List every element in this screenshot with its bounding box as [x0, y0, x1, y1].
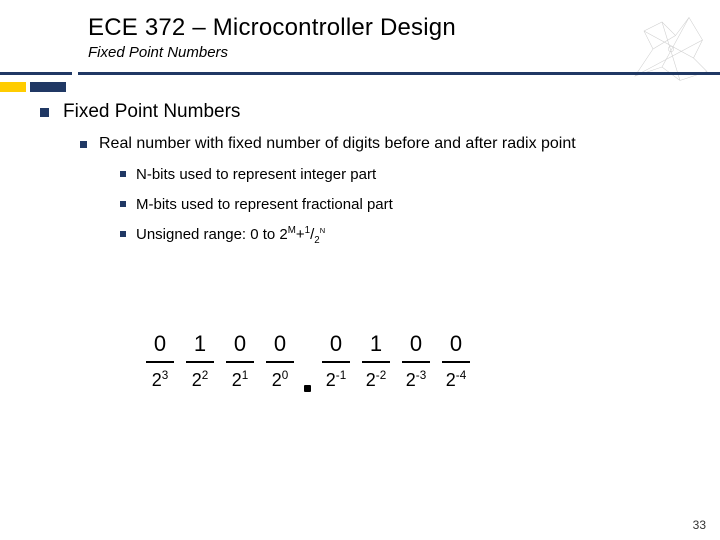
bit-col: 0 2-3 — [396, 330, 436, 392]
course-title: ECE 372 – Microcontroller Design — [88, 14, 720, 42]
bit-weight: 2-3 — [396, 368, 436, 392]
bit-col: 1 2-2 — [356, 330, 396, 392]
integer-bits: 0 23 1 22 0 21 0 20 — [140, 330, 300, 392]
bit-weight: 22 — [180, 368, 220, 392]
page-number: 33 — [693, 518, 706, 532]
bullet-level1: Fixed Point Numbers — [40, 100, 680, 124]
bit-value: 0 — [316, 330, 356, 358]
bit-underline — [322, 361, 350, 363]
bit-representation: 0 23 1 22 0 21 0 20 — [140, 330, 476, 392]
slide-subtitle: Fixed Point Numbers — [88, 44, 720, 61]
bit-underline — [186, 361, 214, 363]
bit-value: 1 — [180, 330, 220, 358]
bullet-text: Unsigned range: 0 to 2M+1/2N — [136, 225, 325, 245]
bit-col: 1 22 — [180, 330, 220, 392]
bullet-text: N-bits used to represent integer part — [136, 165, 376, 185]
dot-icon — [304, 385, 311, 392]
range-denom-base: 2 — [314, 235, 319, 246]
bit-value: 1 — [356, 330, 396, 358]
bullet-icon — [40, 108, 49, 117]
bit-value: 0 — [220, 330, 260, 358]
slide: ECE 372 – Microcontroller Design Fixed P… — [0, 0, 720, 540]
bullet-text: M-bits used to represent fractional part — [136, 195, 393, 215]
bit-value: 0 — [140, 330, 180, 358]
bit-underline — [146, 361, 174, 363]
fraction-bits: 0 2-1 1 2-2 0 2-3 0 2-4 — [316, 330, 476, 392]
bullet-icon — [80, 141, 87, 148]
bullet-level3: Unsigned range: 0 to 2M+1/2N — [120, 225, 680, 245]
bit-weight: 2-2 — [356, 368, 396, 392]
accent-yellow — [0, 82, 26, 92]
bit-col: 0 2-4 — [436, 330, 476, 392]
bit-value: 0 — [436, 330, 476, 358]
bullet-icon — [120, 201, 126, 207]
bit-underline — [266, 361, 294, 363]
content-area: Fixed Point Numbers Real number with fix… — [40, 100, 680, 255]
bit-underline — [402, 361, 430, 363]
bit-underline — [442, 361, 470, 363]
bit-underline — [362, 361, 390, 363]
accent-navy — [30, 82, 66, 92]
bit-underline — [226, 361, 254, 363]
bit-weight: 20 — [260, 368, 300, 392]
header: ECE 372 – Microcontroller Design Fixed P… — [0, 0, 720, 61]
range-exp-m: M — [288, 225, 296, 236]
bullet-text: Fixed Point Numbers — [63, 100, 240, 124]
range-plus: + — [296, 226, 305, 243]
bit-weight: 21 — [220, 368, 260, 392]
bullet-level3: M-bits used to represent fractional part — [120, 195, 680, 215]
range-denom-exp: N — [320, 226, 325, 235]
title-underline — [0, 72, 720, 75]
bit-value: 0 — [260, 330, 300, 358]
bit-weight: 23 — [140, 368, 180, 392]
bit-col: 0 20 — [260, 330, 300, 392]
bit-value: 0 — [396, 330, 436, 358]
bit-weight: 2-4 — [436, 368, 476, 392]
bit-col: 0 21 — [220, 330, 260, 392]
bullet-text: Real number with fixed number of digits … — [99, 134, 576, 155]
bit-weight: 2-1 — [316, 368, 356, 392]
bullet-level3: N-bits used to represent integer part — [120, 165, 680, 185]
range-pre: Unsigned range: 0 to 2 — [136, 226, 288, 243]
bullet-icon — [120, 231, 126, 237]
bullet-level2: Real number with fixed number of digits … — [80, 134, 680, 155]
bullet-icon — [120, 171, 126, 177]
bit-col: 0 2-1 — [316, 330, 356, 392]
bit-col: 0 23 — [140, 330, 180, 392]
